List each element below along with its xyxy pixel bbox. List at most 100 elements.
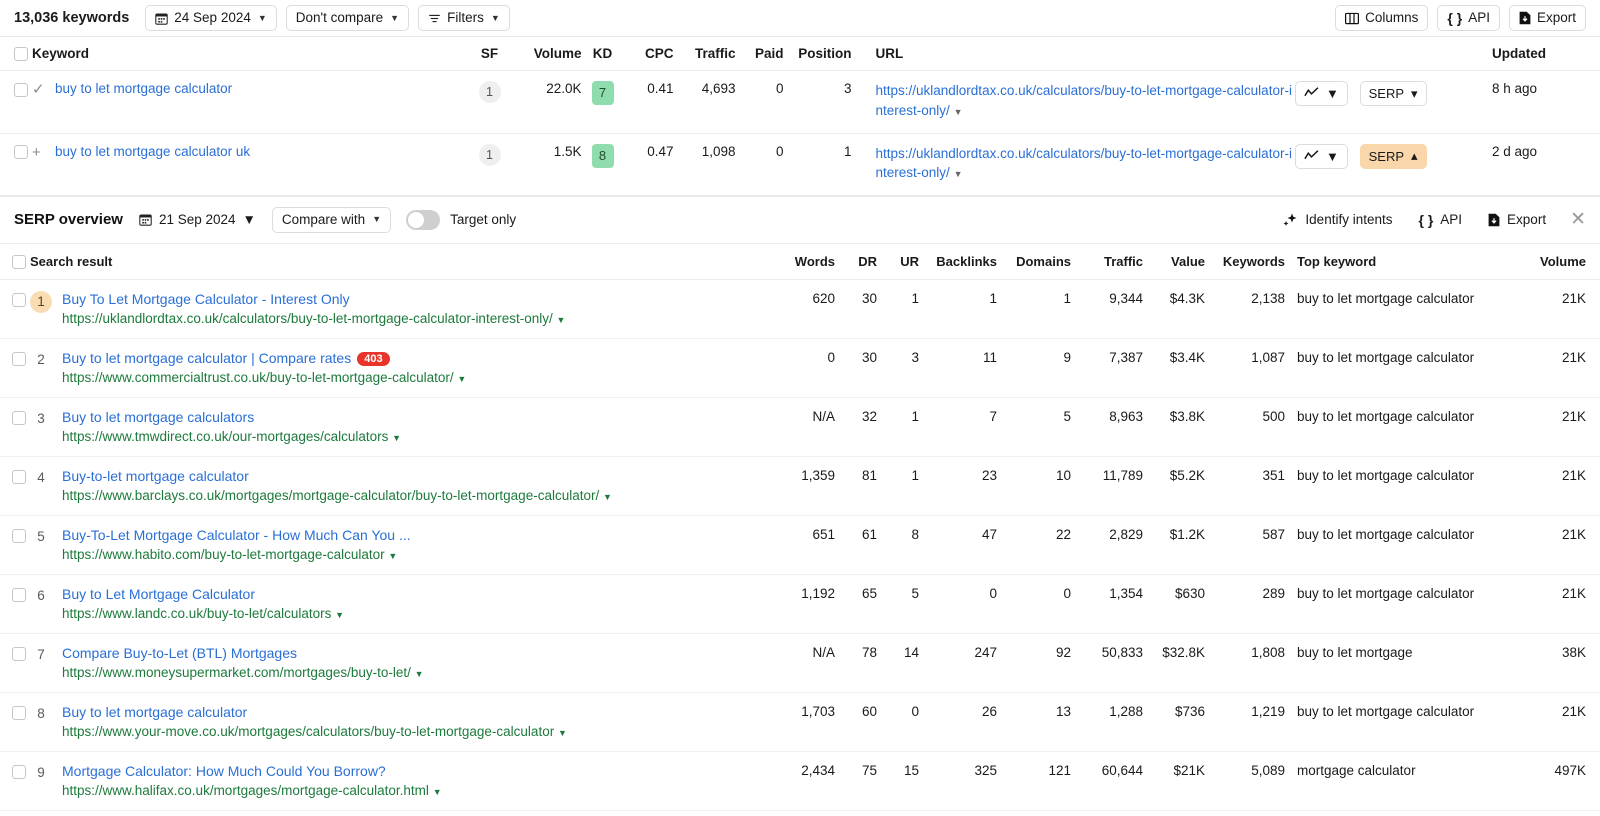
export-button[interactable]: Export [1508,5,1586,31]
url-link[interactable]: https://uklandlordtax.co.uk/calculators/… [876,81,1296,120]
header-domains[interactable]: Domains [997,243,1071,281]
rank-history-button[interactable]: ▼ [1295,143,1348,169]
keywords-cell[interactable]: 1,087 [1205,338,1285,399]
keyword-link[interactable]: buy to let mortgage calculator uk [55,144,250,159]
chevron-down-icon[interactable]: ▼ [415,669,424,679]
result-url-link[interactable]: https://www.moneysupermarket.com/mortgag… [62,665,424,680]
serp-select-all-checkbox[interactable] [12,255,26,270]
chevron-down-icon[interactable]: ▼ [954,107,963,117]
rank-history-button[interactable]: ▼ [1295,81,1348,107]
table-row[interactable]: 5 Buy-To-Let Mortgage Calculator - How Mu… [0,515,1600,576]
row-checkbox[interactable] [12,469,26,484]
table-row[interactable]: 3 Buy to let mortgage calculators https://… [0,397,1600,458]
result-title-link[interactable]: Compare Buy-to-Let (BTL) Mortgages [62,645,297,661]
header-volume[interactable]: Volume [515,37,582,72]
header-ur[interactable]: UR [877,243,919,281]
top-keyword-cell[interactable]: buy to let mortgage [1285,633,1530,694]
backlinks-cell[interactable]: 23 [919,456,997,517]
chevron-down-icon[interactable]: ▼ [457,374,466,384]
domains-cell[interactable]: 10 [997,456,1071,517]
filters-button[interactable]: Filters ▼ [418,5,510,31]
serp-export-button[interactable]: Export [1488,212,1546,227]
header-updated[interactable]: Updated [1480,37,1600,72]
result-url-link[interactable]: https://www.tmwdirect.co.uk/our-mortgage… [62,429,401,444]
keywords-cell[interactable]: 1,808 [1205,633,1285,694]
keywords-cell[interactable]: 5,089 [1205,751,1285,812]
row-checkbox[interactable] [12,528,26,543]
header-sf[interactable]: SF [463,37,516,72]
table-row[interactable]: + buy to let mortgage calculator uk 1 1.… [0,133,1600,196]
result-title-link[interactable]: Buy to let mortgage calculator [62,704,247,720]
row-checkbox[interactable] [14,145,28,159]
api-button[interactable]: { } API [1437,5,1500,31]
result-title-link[interactable]: Buy-To-Let Mortgage Calculator - How Muc… [62,527,411,543]
top-keyword-cell[interactable]: buy to let mortgage calculator [1285,279,1530,340]
header-keyword[interactable]: Keyword [32,37,464,72]
header-cpc[interactable]: CPC [623,37,674,72]
compare-with-button[interactable]: Compare with ▼ [271,206,392,233]
result-url-link[interactable]: https://www.your-move.co.uk/mortgages/ca… [62,724,567,739]
row-checkbox[interactable] [12,764,26,779]
top-keyword-cell[interactable]: buy to let mortgage calculator [1285,338,1530,399]
domains-cell[interactable]: 13 [997,692,1071,753]
domains-cell[interactable]: 5 [997,397,1071,458]
columns-button[interactable]: Columns [1335,5,1429,31]
backlinks-cell[interactable]: 325 [919,751,997,812]
table-row[interactable]: 7 Compare Buy-to-Let (BTL) Mortgages https… [0,633,1600,694]
backlinks-cell[interactable]: 26 [919,692,997,753]
identify-intents-button[interactable]: Identify intents [1282,212,1392,228]
header-paid[interactable]: Paid [735,37,784,72]
backlinks-cell[interactable]: 11 [919,338,997,399]
domains-cell[interactable]: 92 [997,633,1071,694]
header-url[interactable]: URL [863,37,1295,72]
backlinks-cell[interactable]: 7 [919,397,997,458]
top-keyword-cell[interactable]: buy to let mortgage calculator [1285,456,1530,517]
serp-date-picker[interactable]: 21 Sep 2024 ▼ [139,212,256,227]
table-row[interactable]: 2 Buy to let mortgage calculator | Compar… [0,338,1600,399]
serp-api-button[interactable]: { } API [1418,212,1462,228]
header-serp-traffic[interactable]: Traffic [1071,243,1143,281]
header-serp-volume[interactable]: Volume [1530,243,1600,281]
chevron-down-icon[interactable]: ▼ [558,728,567,738]
chevron-down-icon[interactable]: ▼ [954,169,963,179]
keywords-cell[interactable]: 2,138 [1205,279,1285,340]
chevron-down-icon[interactable]: ▼ [335,610,344,620]
chevron-down-icon[interactable]: ▼ [433,787,442,797]
result-url-link[interactable]: https://www.landc.co.uk/buy-to-let/calcu… [62,606,344,621]
header-value[interactable]: Value [1143,243,1205,281]
backlinks-cell[interactable]: 47 [919,515,997,576]
table-row[interactable]: ✓ buy to let mortgage calculator 1 22.0K… [0,70,1600,134]
backlinks-cell[interactable]: 1 [919,279,997,340]
top-keyword-cell[interactable]: buy to let mortgage calculator [1285,397,1530,458]
header-traffic[interactable]: Traffic [673,37,736,72]
keywords-cell[interactable]: 289 [1205,574,1285,635]
target-only-toggle[interactable] [406,209,441,230]
header-dr[interactable]: DR [835,243,877,281]
domains-cell[interactable]: 9 [997,338,1071,399]
close-icon[interactable]: ✕ [1570,210,1586,229]
chevron-down-icon[interactable]: ▼ [392,433,401,443]
result-title-link[interactable]: Mortgage Calculator: How Much Could You … [62,763,386,779]
header-search-result[interactable]: Search result [30,243,771,281]
keywords-cell[interactable]: 587 [1205,515,1285,576]
select-all-checkbox[interactable] [14,47,28,62]
result-url-link[interactable]: https://www.barclays.co.uk/mortgages/mor… [62,488,612,503]
row-checkbox[interactable] [14,82,28,97]
top-keyword-cell[interactable]: buy to let mortgage calculator [1285,515,1530,576]
row-checkbox[interactable] [12,587,26,602]
table-row[interactable]: 1 Buy To Let Mortgage Calculator - Intere… [0,279,1600,340]
top-keyword-cell[interactable]: buy to let mortgage calculator [1285,574,1530,635]
result-title-link[interactable]: Buy to let mortgage calculators [62,409,254,425]
header-position[interactable]: Position [783,37,864,72]
keywords-cell[interactable]: 351 [1205,456,1285,517]
table-row[interactable]: 4 Buy-to-let mortgage calculator https://w… [0,456,1600,517]
chevron-down-icon[interactable]: ▼ [603,492,612,502]
result-title-link[interactable]: Buy to let mortgage calculator | Compare… [62,350,351,366]
row-checkbox[interactable] [12,292,26,307]
date-picker-button[interactable]: 24 Sep 2024 ▼ [145,5,277,31]
result-title-link[interactable]: Buy to Let Mortgage Calculator [62,586,255,602]
header-top-keyword[interactable]: Top keyword [1285,243,1530,281]
row-checkbox[interactable] [12,646,26,661]
keyword-link[interactable]: buy to let mortgage calculator [55,81,232,96]
top-keyword-cell[interactable]: buy to let mortgage calculator [1285,692,1530,753]
